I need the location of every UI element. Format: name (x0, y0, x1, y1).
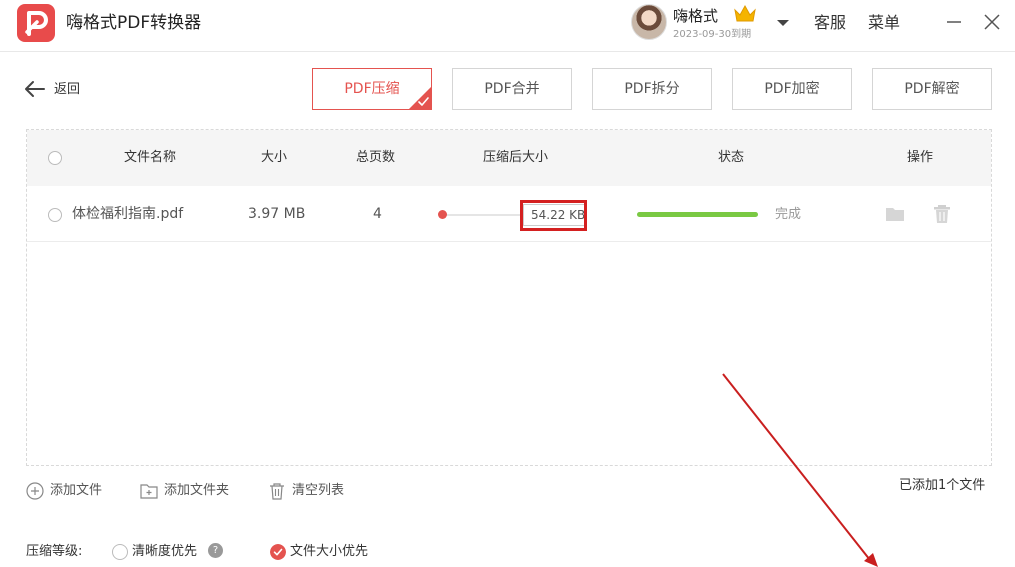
option-clarity-priority[interactable]: 清晰度优先 (112, 543, 204, 561)
tab-label: PDF解密 (904, 81, 960, 97)
compression-slider-knob[interactable] (438, 210, 447, 219)
app-logo-icon (17, 4, 55, 42)
header-file-name: 文件名称 (124, 150, 177, 165)
file-table: 文件名称 大小 总页数 压缩后大小 状态 操作 体检福利指南.pdf 3.97 … (26, 129, 992, 466)
check-corner-icon (409, 87, 431, 109)
trash-icon[interactable] (932, 205, 952, 223)
tab-label: PDF加密 (764, 81, 820, 97)
row-select-radio[interactable] (48, 208, 62, 222)
clarity-radio[interactable] (112, 544, 128, 560)
table-header: 文件名称 大小 总页数 压缩后大小 状态 操作 (27, 130, 991, 186)
select-all-radio[interactable] (48, 151, 62, 165)
option-size-label: 文件大小优先 (290, 544, 369, 559)
avatar[interactable] (631, 4, 667, 40)
back-label: 返回 (54, 82, 81, 97)
customer-service-link[interactable]: 客服 (814, 13, 846, 33)
header-status: 状态 (718, 150, 745, 165)
clear-list-label: 清空列表 (292, 483, 345, 498)
close-icon[interactable] (982, 12, 1002, 32)
option-clarity-label: 清晰度优先 (132, 544, 198, 559)
user-name: 嗨格式 (673, 7, 719, 25)
tab-label: PDF合并 (484, 81, 540, 97)
folder-add-icon (140, 484, 158, 499)
status-text: 完成 (775, 207, 802, 222)
trash-clear-icon (270, 483, 284, 500)
add-folder-button[interactable]: 添加文件夹 (140, 481, 244, 501)
header-actions: 操作 (907, 150, 934, 165)
clear-list-button[interactable]: 清空列表 (268, 481, 358, 501)
folder-icon[interactable] (885, 205, 905, 223)
file-size: 3.97 MB (248, 206, 306, 222)
help-icon[interactable]: ? (208, 543, 223, 558)
minimize-icon[interactable] (944, 12, 964, 32)
menu-link[interactable]: 菜单 (868, 13, 900, 33)
expire-date: 2023-09-30到期 (673, 29, 752, 40)
app-title: 嗨格式PDF转换器 (66, 13, 202, 33)
tab-pdf-decrypt[interactable]: PDF解密 (872, 68, 992, 110)
tab-label: PDF拆分 (624, 81, 680, 97)
tab-pdf-compress[interactable]: PDF压缩 (312, 68, 432, 110)
progress-fill (637, 212, 758, 217)
header-pages: 总页数 (356, 150, 396, 165)
file-count: 已添加1个文件 (899, 478, 986, 493)
title-bar: 嗨格式PDF转换器 嗨格式 2023-09-30到期 客服 菜单 (0, 0, 1015, 52)
header-compressed-size: 压缩后大小 (483, 150, 549, 165)
table-row[interactable]: 体检福利指南.pdf 3.97 MB 4 54.22 KB 完成 (27, 186, 991, 242)
annotation-highlight-box (520, 200, 587, 231)
option-size-priority[interactable]: 文件大小优先 (270, 543, 376, 561)
plus-circle-icon (26, 482, 44, 500)
add-file-label: 添加文件 (50, 483, 103, 498)
arrow-left-icon (25, 81, 45, 97)
tab-pdf-split[interactable]: PDF拆分 (592, 68, 712, 110)
size-radio-checked[interactable] (270, 544, 286, 560)
chevron-down-icon[interactable] (776, 18, 790, 28)
header-size: 大小 (261, 150, 288, 165)
compression-slider-track[interactable] (441, 214, 521, 216)
crown-icon (734, 4, 756, 22)
compression-level-label: 压缩等级: (26, 544, 83, 559)
tab-label: PDF压缩 (344, 81, 400, 97)
tab-pdf-encrypt[interactable]: PDF加密 (732, 68, 852, 110)
add-file-button[interactable]: 添加文件 (26, 481, 116, 501)
add-folder-label: 添加文件夹 (164, 483, 230, 498)
progress-bar (637, 212, 758, 217)
page-count: 4 (373, 206, 382, 222)
tab-pdf-merge[interactable]: PDF合并 (452, 68, 572, 110)
file-name: 体检福利指南.pdf (72, 206, 184, 222)
